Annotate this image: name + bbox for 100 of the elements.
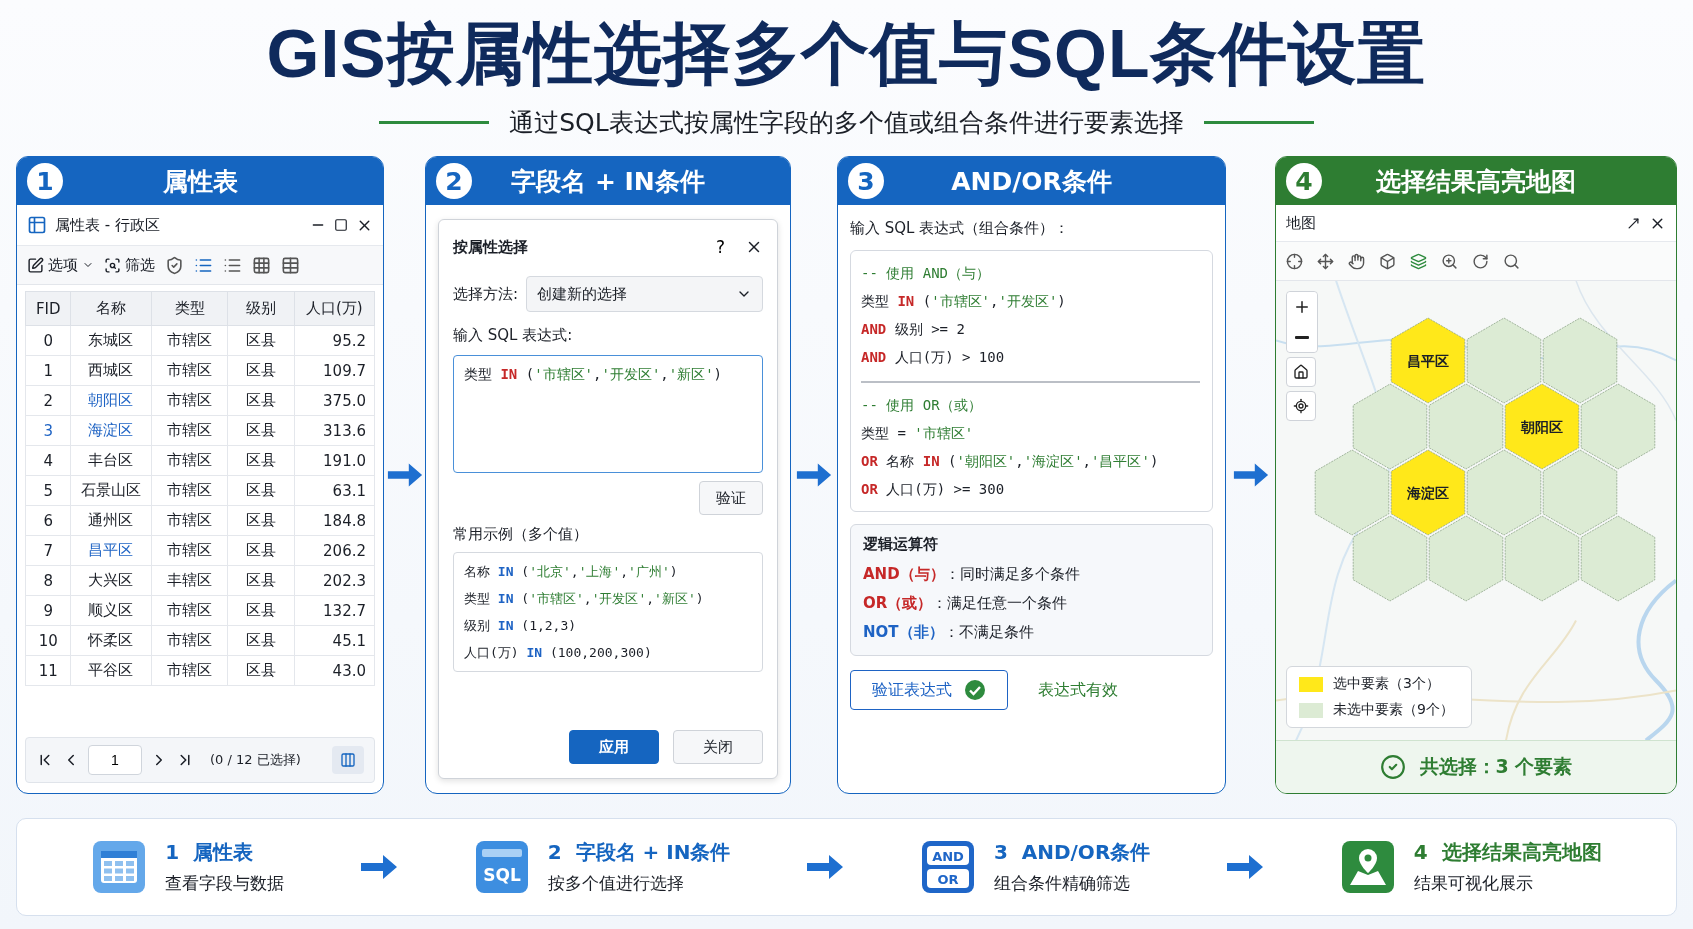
dialog-title: 按属性选择 (453, 237, 529, 257)
move-icon[interactable] (1317, 252, 1334, 270)
crosshair-icon[interactable] (1286, 252, 1303, 270)
table-cell: 313.6 (294, 415, 375, 446)
locate-button[interactable] (1286, 391, 1316, 421)
step-title: 属性表 (161, 165, 239, 198)
flow-step-caption: 查看字段与数据 (165, 872, 285, 895)
table-cell: 109.7 (294, 355, 375, 386)
table-cell: 区县 (227, 385, 295, 416)
grid-icon[interactable] (252, 255, 271, 275)
code-line: -- 使用 OR（或） (861, 396, 983, 415)
table-cell: 平谷区 (70, 655, 152, 686)
step-number: 4 (1286, 163, 1322, 199)
table-cell: 丰台区 (70, 445, 152, 476)
house-icon (1293, 364, 1309, 380)
rotate-icon[interactable] (1472, 252, 1489, 270)
flow-step-caption: 按多个值进行选择 (547, 872, 685, 895)
table-cell: 2 (25, 385, 71, 416)
validation-status: 表达式有效 (1038, 679, 1118, 701)
check-icon (1379, 754, 1406, 780)
flow-step-caption: 组合条件精确筛选 (993, 872, 1131, 895)
window-title: 地图 (1286, 213, 1317, 233)
code-line: AND 级别 >= 2 (861, 320, 966, 339)
verify-expression-button[interactable]: 验证表达式 (850, 670, 1008, 710)
selection-status: (0 / 12 已选择) (210, 751, 302, 769)
resize-icon[interactable] (1626, 215, 1641, 231)
table-cell: 202.3 (294, 565, 375, 596)
step-number: 3 (848, 163, 884, 199)
check-circle-icon (964, 679, 986, 701)
table-cell: 184.8 (294, 505, 375, 536)
close-button[interactable]: 关闭 (673, 730, 763, 764)
zoom-in-icon[interactable] (1441, 252, 1458, 270)
verify-button[interactable]: 验证 (699, 481, 763, 515)
table-cell: 市辖区 (151, 625, 228, 656)
home-button[interactable] (1286, 357, 1316, 387)
maximize-icon[interactable] (334, 218, 348, 232)
cube-icon[interactable] (1379, 252, 1396, 270)
search-icon[interactable] (1503, 252, 1520, 270)
step-title: AND/OR条件 (950, 165, 1113, 198)
code-line: 名称 IN ('北京','上海','广州') (464, 563, 679, 581)
table-cell: 海淀区 (70, 415, 152, 446)
table-cell: 5 (25, 475, 71, 506)
table-cell: 6 (25, 505, 71, 536)
table-cell: 43.0 (294, 655, 375, 686)
plus-icon (1293, 298, 1311, 316)
layers-icon[interactable] (1410, 252, 1427, 270)
options-menu[interactable]: 选项 (27, 255, 94, 275)
column-header[interactable]: 级别 (227, 291, 295, 326)
district-shape[interactable] (1390, 317, 1466, 404)
scan-search-icon (104, 256, 121, 274)
flow-step-title: 3 AND/OR条件 (993, 839, 1151, 866)
table-cell: 63.1 (294, 475, 375, 506)
table-cell: 95.2 (294, 325, 375, 356)
table-cell: 市辖区 (151, 535, 228, 566)
minus-icon (1295, 335, 1309, 339)
table-cell: 11 (25, 655, 71, 686)
table-cell: 8 (25, 565, 71, 596)
step-number: 2 (436, 163, 472, 199)
legend-label: 未选中要素（9个） (1333, 701, 1454, 719)
columns-icon (340, 752, 356, 768)
table-cell: 东城区 (70, 325, 152, 356)
table-cell: 昌平区 (70, 535, 152, 566)
operator-description: NOT（非）：不满足条件 (863, 622, 1035, 643)
table-cell: 区县 (227, 655, 295, 686)
columns-button[interactable] (332, 746, 364, 774)
code-line: 类型 IN ('市辖区','开发区') (861, 292, 1067, 311)
column-header[interactable]: FID (25, 291, 71, 326)
shield-icon[interactable] (165, 255, 184, 275)
district-shape[interactable] (1504, 383, 1580, 470)
method-dropdown[interactable]: 创建新的选择 (526, 276, 763, 312)
table-cell: 市辖区 (151, 385, 228, 416)
column-header[interactable]: 类型 (151, 291, 228, 326)
table-cell: 区县 (227, 565, 295, 596)
district-shape[interactable] (1390, 449, 1466, 536)
step-number: 1 (27, 163, 63, 199)
hand-icon[interactable] (1348, 252, 1365, 270)
selection-summary: 共选择：3 个要素 (1419, 754, 1573, 779)
table-cell: 西城区 (70, 355, 152, 386)
table-cell: 1 (25, 355, 71, 386)
code-line: OR 名称 IN ('朝阳区','海淀区','昌平区') (861, 452, 1160, 471)
column-header[interactable]: 人口(万) (294, 291, 375, 326)
table-cell: 朝阳区 (70, 385, 152, 416)
table-cell: 132.7 (294, 595, 375, 626)
help-button[interactable]: ? (711, 237, 729, 257)
page-title: GIS按属性选择多个值与SQL条件设置 (265, 14, 1428, 93)
code-line: 人口(万) IN (100,200,300) (464, 644, 653, 662)
column-header[interactable]: 名称 (70, 291, 152, 326)
step-title: 选择结果高亮地图 (1375, 165, 1577, 198)
expression-field[interactable]: 类型 IN ('市辖区','开发区','新区') (453, 355, 763, 473)
field-label: 选择方法: (453, 284, 519, 304)
page-field[interactable]: 1 (88, 745, 142, 775)
table-icon[interactable] (281, 255, 300, 275)
apply-button[interactable]: 应用 (569, 730, 659, 764)
table-cell: 区县 (227, 535, 295, 566)
table-cell: 375.0 (294, 385, 375, 416)
filter-button[interactable]: 筛选 (104, 255, 155, 275)
table-cell: 区县 (227, 445, 295, 476)
table-cell: 3 (25, 415, 71, 446)
table-cell: 大兴区 (70, 565, 152, 596)
operators-title: 逻辑运算符 (863, 535, 939, 554)
